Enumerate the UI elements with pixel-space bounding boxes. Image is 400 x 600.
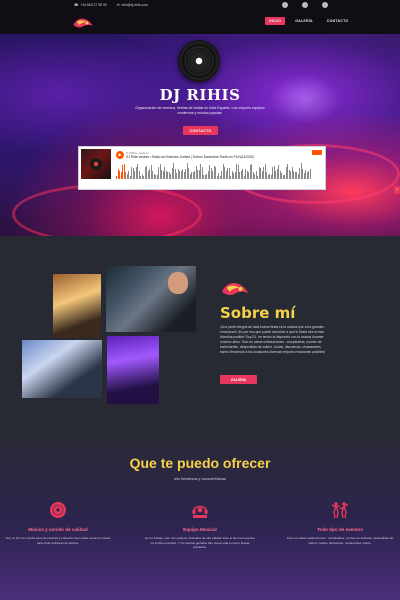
service-title: Música y sonido de calidad — [28, 527, 88, 532]
soundcloud-logo-icon[interactable] — [312, 150, 322, 155]
service-card-events: Todo tipo de eventos Toco en varias cele… — [285, 500, 395, 545]
about-text: ¡Una parte integral de toda buena fiesta… — [220, 325, 326, 354]
top-bar: ☎ +34 663 27 58 00 ✉ info@dj-rihis.com I… — [0, 0, 400, 34]
gallery-photo — [22, 340, 102, 398]
service-title: Equipo Musical — [183, 527, 217, 532]
hero-contact-button[interactable]: CONTACTO — [183, 126, 218, 135]
gallery-button[interactable]: GALERÍA — [220, 375, 257, 384]
about-section: Sobre mí ¡Una parte integral de toda bue… — [0, 236, 400, 436]
play-button-icon[interactable]: ▶ — [116, 151, 124, 159]
nav-item-inicio[interactable]: INICIO — [265, 17, 286, 25]
hero-bg-ring — [12, 184, 202, 236]
track-cover-image — [81, 149, 111, 179]
service-text: En mi trabajo, solo uso equipos musicale… — [145, 536, 255, 549]
phone-icon: ☎ — [74, 3, 79, 7]
instagram-icon[interactable] — [302, 2, 308, 8]
gallery-photo — [107, 336, 159, 404]
soundcloud-icon[interactable] — [322, 2, 328, 8]
service-card-equipment: Equipo Musical En mi trabajo, solo uso e… — [145, 500, 255, 550]
nav-item-galeria[interactable]: GALERÍA — [291, 17, 317, 25]
service-text: Toco en varias celebraciones : cumpleaño… — [286, 536, 394, 545]
services-subtitle: mis fortalezas y características — [174, 477, 226, 481]
about-title: Sobre mí — [220, 304, 296, 322]
main-nav: INICIO GALERÍA CONTACTO — [265, 17, 352, 25]
logo[interactable] — [72, 16, 94, 30]
waveform[interactable] — [116, 161, 320, 179]
dj-headphones-icon — [192, 505, 208, 518]
page: ☎ +34 663 27 58 00 ✉ info@dj-rihis.com I… — [0, 0, 400, 600]
service-card-music: Música y sonido de calidad Soy un DJ con… — [3, 500, 113, 545]
email-item[interactable]: ✉ info@dj-rihis.com — [117, 3, 148, 7]
phone-item[interactable]: ☎ +34 663 27 58 00 — [74, 3, 107, 7]
soundcloud-player[interactable]: ▶ DJ Rihis_seidner DJ Rihis seidner • Ra… — [78, 146, 326, 190]
nav-item-contacto[interactable]: CONTACTO — [323, 17, 353, 25]
service-title: Todo tipo de eventos — [317, 527, 363, 532]
gallery-photo — [53, 274, 101, 338]
gallery-photo — [106, 266, 196, 332]
vinyl-record-icon — [178, 40, 220, 82]
hero-subtitle: Organización de eventos, fiestas de boda… — [135, 106, 265, 116]
dancing-people-icon — [331, 502, 349, 519]
slider-next-arrow-icon[interactable]: › — [394, 186, 400, 194]
logo — [222, 283, 248, 295]
phone-text: +34 663 27 58 00 — [80, 3, 107, 7]
email-icon: ✉ — [116, 3, 120, 7]
hero-section: DJ RIHIS Organización de eventos, fiesta… — [0, 34, 400, 236]
facebook-icon[interactable] — [282, 2, 288, 8]
services-section: Que te puedo ofrecer mis fortalezas y ca… — [0, 436, 400, 600]
services-title: Que te puedo ofrecer — [129, 455, 271, 471]
social-links — [282, 2, 328, 8]
hero-title: DJ RIHIS — [159, 86, 241, 104]
waveform-bar — [309, 168, 311, 179]
vinyl-icon — [50, 502, 66, 518]
email-text: info@dj-rihis.com — [121, 3, 148, 7]
contact-info: ☎ +34 663 27 58 00 ✉ info@dj-rihis.com — [74, 3, 148, 7]
service-text: Soy un DJ con mucha años de práctica y e… — [5, 536, 111, 545]
track-title[interactable]: DJ Rihis seidner • Radio sin Estrenos Li… — [126, 155, 316, 159]
